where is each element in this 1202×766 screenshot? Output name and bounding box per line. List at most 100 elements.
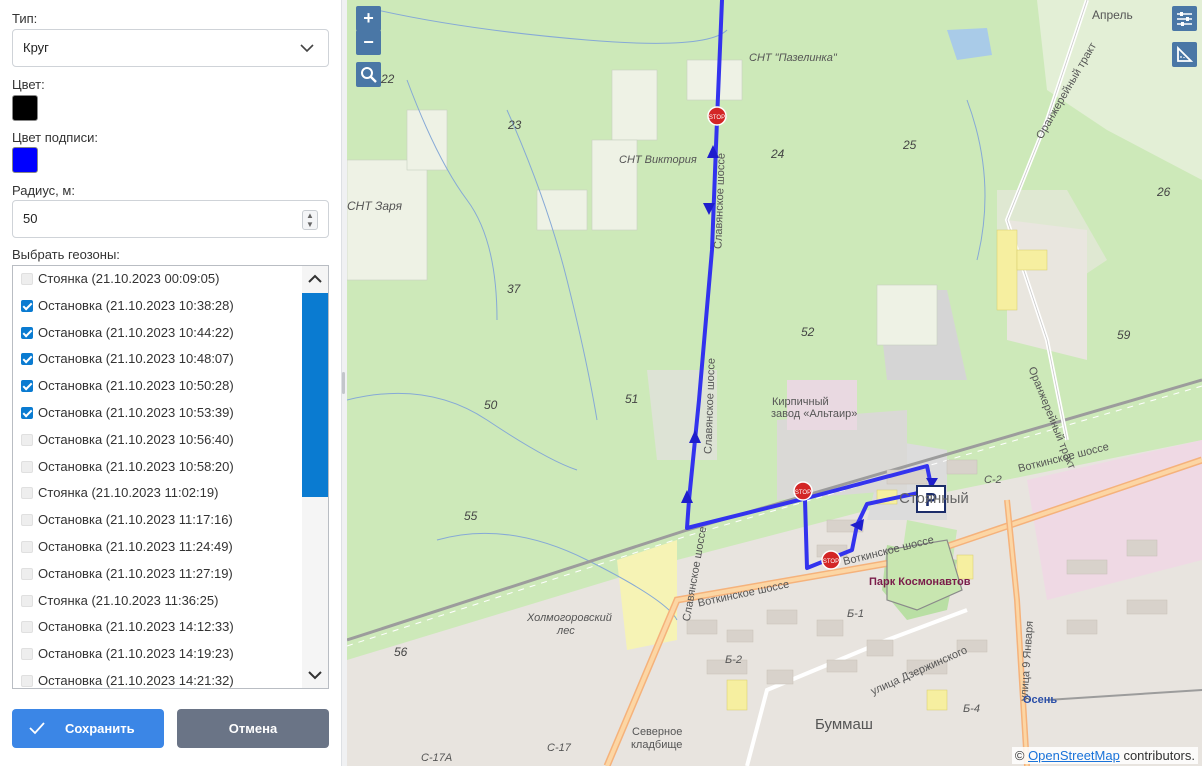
geozone-list-item[interactable]: Стоянка (21.10.2023 11:36:25) bbox=[13, 588, 303, 615]
radius-value: 50 bbox=[23, 211, 38, 226]
svg-text:STOP: STOP bbox=[795, 490, 811, 496]
map-label: 59 bbox=[1117, 328, 1131, 342]
map-label: СНТ Виктория bbox=[619, 154, 697, 166]
map-label: Б-1 bbox=[847, 608, 864, 620]
scrollbar[interactable] bbox=[302, 266, 328, 688]
geozone-list-item[interactable]: Остановка (21.10.2023 14:19:23) bbox=[13, 641, 303, 668]
map-tiles: STOP STOP STOP P bbox=[347, 0, 1202, 766]
geozone-list-item[interactable]: Стоянка (21.10.2023 00:09:05) bbox=[13, 266, 303, 293]
map-label: 52 bbox=[801, 325, 815, 339]
geozone-list-item[interactable]: Остановка (21.10.2023 11:17:16) bbox=[13, 507, 303, 534]
geozone-list-item[interactable]: Остановка (21.10.2023 10:50:28) bbox=[13, 373, 303, 400]
geozone-checkbox[interactable] bbox=[21, 460, 33, 473]
geozone-list-item[interactable]: Остановка (21.10.2023 10:48:07) bbox=[13, 346, 303, 373]
geozone-checkbox[interactable] bbox=[21, 433, 33, 446]
svg-text:STOP: STOP bbox=[823, 559, 839, 565]
sliders-icon bbox=[1177, 12, 1192, 26]
geozone-label: Остановка (21.10.2023 11:24:49) bbox=[38, 539, 233, 554]
geozones-label: Выбрать геозоны: bbox=[12, 247, 120, 262]
geozone-checkbox[interactable] bbox=[21, 594, 33, 607]
map-label: СНТ "Пазелинка" bbox=[749, 52, 837, 64]
geozone-list-item[interactable]: Остановка (21.10.2023 14:21:32) bbox=[13, 668, 303, 688]
geozone-label: Остановка (21.10.2023 14:12:33) bbox=[38, 619, 234, 635]
map-label: Б-2 bbox=[725, 654, 742, 666]
geozone-checkbox[interactable] bbox=[21, 273, 33, 285]
color-swatch[interactable] bbox=[12, 95, 38, 121]
map-label: Холмогоровский bbox=[527, 612, 612, 624]
geozone-list-item[interactable]: Остановка (21.10.2023 11:27:19) bbox=[13, 561, 303, 588]
geozone-label: Остановка (21.10.2023 14:19:23) bbox=[38, 646, 234, 662]
geozone-checkbox[interactable] bbox=[21, 407, 33, 419]
map-label: 23 bbox=[508, 118, 522, 132]
search-icon bbox=[361, 67, 377, 83]
geozone-list-item[interactable]: Остановка (21.10.2023 10:38:28) bbox=[13, 293, 303, 320]
map-label: Б-4 bbox=[963, 703, 980, 715]
geozone-label: Остановка (21.10.2023 10:38:28) bbox=[38, 297, 234, 313]
osm-link[interactable]: OpenStreetMap bbox=[1028, 748, 1120, 763]
map[interactable]: STOP STOP STOP P СНТ "Пазелинка" СНТ Вик… bbox=[347, 0, 1202, 766]
attribution-suffix: contributors. bbox=[1119, 748, 1195, 763]
map-label: С-17А bbox=[421, 752, 453, 764]
geozone-checkbox[interactable] bbox=[21, 514, 33, 527]
stepper-up-icon[interactable]: ▲ bbox=[306, 212, 314, 220]
map-label: Парк Космонавтов bbox=[869, 576, 971, 588]
zoom-out-button[interactable]: − bbox=[356, 30, 381, 55]
geozone-checkbox[interactable] bbox=[21, 326, 33, 339]
geozone-list-item[interactable]: Остановка (21.10.2023 10:53:39) bbox=[13, 400, 303, 427]
radius-input[interactable]: 50 ▲ ▼ bbox=[12, 200, 329, 238]
attribution-prefix: © bbox=[1014, 748, 1029, 763]
map-label: С-2 bbox=[984, 474, 1002, 486]
geozone-label: Остановка (21.10.2023 10:44:22) bbox=[38, 324, 234, 340]
map-label: Осень bbox=[1023, 694, 1058, 706]
type-label: Тип: bbox=[12, 11, 38, 26]
measure-button[interactable] bbox=[1172, 42, 1197, 67]
zoom-in-button[interactable]: + bbox=[356, 6, 381, 31]
layers-button[interactable] bbox=[1172, 6, 1197, 31]
radius-stepper[interactable]: ▲ ▼ bbox=[302, 210, 318, 230]
map-label: лес bbox=[557, 625, 575, 637]
geozone-checkbox[interactable] bbox=[21, 541, 33, 553]
map-label: 25 bbox=[903, 138, 917, 152]
stepper-down-icon[interactable]: ▼ bbox=[306, 221, 314, 229]
type-select[interactable]: Круг bbox=[12, 29, 329, 67]
chevron-down-icon[interactable] bbox=[302, 662, 328, 688]
geozone-list-item[interactable]: Стоянка (21.10.2023 11:02:19) bbox=[13, 480, 303, 507]
map-label: Стоянный bbox=[899, 490, 969, 507]
geozone-checkbox[interactable] bbox=[21, 675, 33, 687]
geozone-label: Стоянка (21.10.2023 11:36:25) bbox=[38, 592, 219, 608]
geozone-checkbox[interactable] bbox=[21, 299, 33, 312]
geozone-label: Остановка (21.10.2023 14:21:32) bbox=[38, 673, 234, 688]
geozone-list[interactable]: Стоянка (21.10.2023 00:09:05) Остановка (… bbox=[12, 265, 329, 689]
geozone-checkbox[interactable] bbox=[21, 353, 33, 366]
geozone-label: Остановка (21.10.2023 11:27:19) bbox=[38, 565, 233, 581]
cancel-button-label: Отмена bbox=[228, 721, 278, 736]
geozone-list-item[interactable]: Остановка (21.10.2023 10:56:40) bbox=[13, 427, 303, 454]
map-label: 24 bbox=[771, 147, 785, 161]
check-icon bbox=[29, 722, 45, 735]
map-label: СНТ Заря bbox=[347, 199, 402, 213]
geozone-label: Остановка (21.10.2023 10:50:28) bbox=[38, 378, 234, 394]
cancel-button[interactable]: Отмена bbox=[177, 709, 329, 748]
radius-label: Радиус, м: bbox=[12, 183, 75, 198]
geozone-checkbox[interactable] bbox=[21, 380, 33, 393]
save-button[interactable]: Сохранить bbox=[12, 709, 164, 748]
search-button[interactable] bbox=[356, 62, 381, 87]
geozone-list-item[interactable]: Остановка (21.10.2023 14:12:33) bbox=[13, 614, 303, 641]
chevron-up-icon[interactable] bbox=[302, 266, 328, 292]
geozone-label: Остановка (21.10.2023 10:56:40) bbox=[38, 431, 234, 447]
map-label: Буммаш bbox=[815, 716, 873, 733]
geozone-checkbox[interactable] bbox=[21, 648, 33, 661]
map-label: 26 bbox=[1157, 185, 1171, 199]
svg-text:STOP: STOP bbox=[709, 115, 725, 121]
map-label: Северное bbox=[632, 726, 683, 738]
geozone-checkbox[interactable] bbox=[21, 567, 33, 580]
label-color-swatch[interactable] bbox=[12, 147, 38, 173]
geozone-checkbox[interactable] bbox=[21, 487, 33, 500]
geozone-checkbox[interactable] bbox=[21, 621, 33, 634]
resize-handle[interactable] bbox=[342, 372, 345, 394]
geozone-list-item[interactable]: Остановка (21.10.2023 10:44:22) bbox=[13, 320, 303, 347]
scrollbar-thumb[interactable] bbox=[302, 293, 328, 497]
geozone-list-item[interactable]: Остановка (21.10.2023 11:24:49) bbox=[13, 534, 303, 561]
geozone-list-item[interactable]: Остановка (21.10.2023 10:58:20) bbox=[13, 454, 303, 481]
save-button-label: Сохранить bbox=[65, 721, 135, 736]
